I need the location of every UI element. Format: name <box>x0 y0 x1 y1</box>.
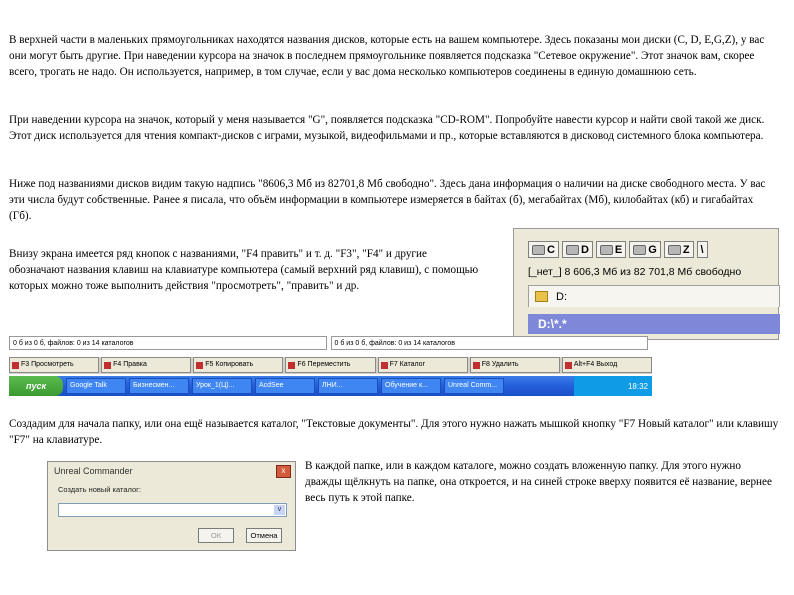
fkey-label: F5 Копировать <box>205 361 254 368</box>
folder-icon <box>535 291 548 302</box>
dialog-title: Unreal Commander <box>54 466 133 476</box>
free-space-paragraph: Ниже под названиями дисков видим такую н… <box>9 178 766 222</box>
f5-copy-button[interactable]: F5 Копировать <box>193 357 284 373</box>
function-keys-screenshot: 0 б из 0 б, файлов: 0 из 14 каталогов 0 … <box>9 326 652 398</box>
fkey-label: F6 Переместить <box>297 361 351 368</box>
disk-icon <box>565 244 579 255</box>
fkey-label: F3 Просмотреть <box>21 361 74 368</box>
disk-icon <box>532 244 545 255</box>
drive-button-c[interactable]: C <box>528 241 559 258</box>
taskbar-item[interactable]: Урок_1(Ц)... <box>192 378 252 394</box>
dialog-label: Создать новый каталог: <box>58 485 141 494</box>
windows-taskbar: пуск Google Talk Бизнесмен... Урок_1(Ц).… <box>9 376 652 396</box>
drive-label: C <box>547 243 555 256</box>
taskbar-item[interactable]: Бизнесмен... <box>129 378 189 394</box>
drive-button-network[interactable]: \ <box>696 241 708 258</box>
edit-icon <box>104 361 112 369</box>
drive-label: \ <box>700 243 704 256</box>
move-icon <box>288 361 296 369</box>
panel-status-bar: 0 б из 0 б, файлов: 0 из 14 каталогов 0 … <box>9 336 652 350</box>
nested-folder-paragraph: В каждой папке, или в каждом каталоге, м… <box>305 460 772 504</box>
exit-icon <box>564 361 572 369</box>
ok-button[interactable]: ОК <box>198 528 234 543</box>
folder-name-input[interactable]: v <box>58 503 287 517</box>
drive-button-z[interactable]: Z <box>663 241 694 258</box>
drive-button-g[interactable]: G <box>629 241 661 258</box>
disk-icon <box>599 244 613 255</box>
drive-label: E <box>614 243 623 256</box>
f6-move-button[interactable]: F6 Переместить <box>285 357 376 373</box>
fkey-label: Alt+F4 Выход <box>573 361 618 368</box>
delete-icon <box>472 361 480 369</box>
copy-icon <box>196 361 204 369</box>
drive-button-d[interactable]: D <box>561 241 593 258</box>
drive-button-e[interactable]: E <box>595 241 627 258</box>
system-tray-clock: 18:32 <box>574 376 652 396</box>
function-keys-paragraph: Внизу экрана имеется ряд кнопок с назван… <box>9 248 479 292</box>
drive-label: Z <box>682 243 690 256</box>
f8-delete-button[interactable]: F8 Удалить <box>469 357 560 373</box>
new-folder-dialog: Unreal Commander x Создать новый каталог… <box>47 461 296 551</box>
close-icon[interactable]: x <box>276 465 291 478</box>
drive-panel: C D E G Z \ [_нет_] 8 606,3 Мб из 82 701… <box>513 228 780 340</box>
alt-f4-exit-button[interactable]: Alt+F4 Выход <box>561 357 652 373</box>
free-space-info: [_нет_] 8 606,3 Мб из 82 701,8 Мб свобод… <box>528 266 742 278</box>
drive-label: G <box>648 243 657 256</box>
taskbar-item[interactable]: AcdSee <box>255 378 315 394</box>
tab-drive-d[interactable]: D: <box>528 285 780 307</box>
right-panel-status: 0 б из 0 б, файлов: 0 из 14 каталогов <box>330 336 648 350</box>
taskbar-item[interactable]: Unreal Comm... <box>444 378 504 394</box>
taskbar-item[interactable]: Google Talk <box>66 378 126 394</box>
f4-edit-button[interactable]: F4 Правка <box>101 357 192 373</box>
taskbar-item[interactable]: Обучение к... <box>381 378 441 394</box>
start-button[interactable]: пуск <box>9 376 63 396</box>
drive-label: D <box>580 243 589 256</box>
fkey-label: F7 Каталог <box>389 361 426 368</box>
folder-icon <box>380 361 388 369</box>
f7-new-folder-button[interactable]: F7 Каталог <box>377 357 468 373</box>
intro-paragraph: В верхней части в маленьких прямоугольни… <box>9 34 765 78</box>
drive-buttons: C D E G Z \ <box>528 241 708 258</box>
fkey-label: F4 Правка <box>113 361 147 368</box>
tab-label: D: <box>556 290 567 303</box>
chevron-down-icon[interactable]: v <box>274 505 285 515</box>
taskbar-item[interactable]: ЛНИ... <box>318 378 378 394</box>
disk-icon <box>667 244 681 255</box>
cancel-button[interactable]: Отмена <box>246 528 282 543</box>
function-key-bar: F3 Просмотреть F4 Правка F5 Копировать F… <box>9 357 652 374</box>
disk-icon <box>633 244 647 255</box>
left-panel-status: 0 б из 0 б, файлов: 0 из 14 каталогов <box>9 336 327 350</box>
f3-view-button[interactable]: F3 Просмотреть <box>9 357 100 373</box>
view-icon <box>12 361 19 369</box>
cdrom-paragraph: При наведении курсора на значок, который… <box>9 114 765 142</box>
create-folder-paragraph: Создадим для начала папку, или она ещё н… <box>9 418 779 446</box>
fkey-label: F8 Удалить <box>481 361 519 368</box>
